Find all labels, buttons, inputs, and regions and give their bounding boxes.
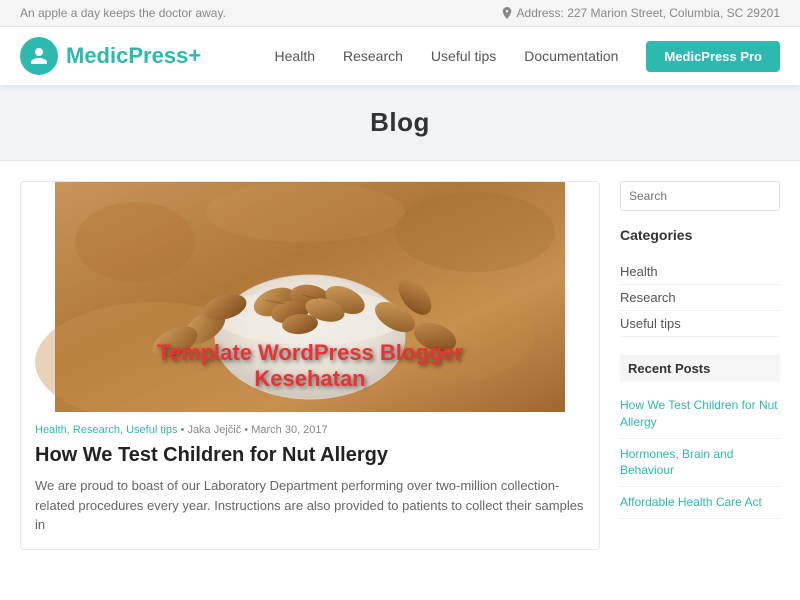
article-card: Template WordPress Blogger Kesehatan Hea… [20,181,600,550]
overlay-line1: Template WordPress Blogger [157,340,463,366]
categories-title: Categories [620,227,780,249]
search-box: 🔍 [620,181,780,211]
logo: MedicPress+ [20,37,201,75]
main-content: Template WordPress Blogger Kesehatan Hea… [0,161,800,570]
nav-documentation[interactable]: Documentation [524,48,618,64]
recent-posts-title: Recent Posts [620,355,780,382]
top-bar: An apple a day keeps the doctor away. Ad… [0,0,800,27]
recent-post-3[interactable]: Affordable Health Care Act [620,487,780,519]
nav-research[interactable]: Research [343,48,403,64]
recent-posts-list: How We Test Children for Nut Allergy Hor… [620,390,780,519]
overlay-text: Template WordPress Blogger Kesehatan [157,340,463,392]
logo-icon [20,37,58,75]
category-useful-tips[interactable]: Useful tips [620,311,780,337]
article-meta: Health, Research, Useful tips • Jaka Jej… [21,412,599,440]
recent-post-2[interactable]: Hormones, Brain and Behaviour [620,439,780,488]
tagline: An apple a day keeps the doctor away. [20,6,226,20]
blog-title: Blog [0,107,800,138]
recent-post-1[interactable]: How We Test Children for Nut Allergy [620,390,780,439]
sidebar: 🔍 Categories Health Research Useful tips… [620,181,780,550]
search-input[interactable] [621,183,780,209]
user-icon [29,46,49,66]
article-excerpt: We are proud to boast of our Laboratory … [21,476,599,549]
address-text: Address: 227 Marion Street, Columbia, SC… [517,6,780,20]
header: MedicPress+ Health Research Useful tips … [0,27,800,85]
article-image-wrapper: Template WordPress Blogger Kesehatan [21,182,599,412]
location-icon [502,7,512,19]
article-title: How We Test Children for Nut Allergy [21,440,599,476]
medicpress-pro-button[interactable]: MedicPress Pro [646,41,780,72]
categories-list: Health Research Useful tips [620,259,780,337]
blog-header: Blog [0,85,800,161]
overlay-line2: Kesehatan [157,366,463,392]
category-health[interactable]: Health [620,259,780,285]
logo-text: MedicPress+ [66,43,201,69]
address-bar: Address: 227 Marion Street, Columbia, SC… [502,6,780,20]
article-author: Jaka Jejčič [187,424,241,436]
nav-useful-tips[interactable]: Useful tips [431,48,496,64]
category-research[interactable]: Research [620,285,780,311]
article-tags: Health, Research, Useful tips [35,424,177,436]
article-section: Template WordPress Blogger Kesehatan Hea… [20,181,600,550]
main-nav: Health Research Useful tips Documentatio… [275,41,780,72]
nav-health[interactable]: Health [275,48,315,64]
article-date: March 30, 2017 [251,424,327,436]
